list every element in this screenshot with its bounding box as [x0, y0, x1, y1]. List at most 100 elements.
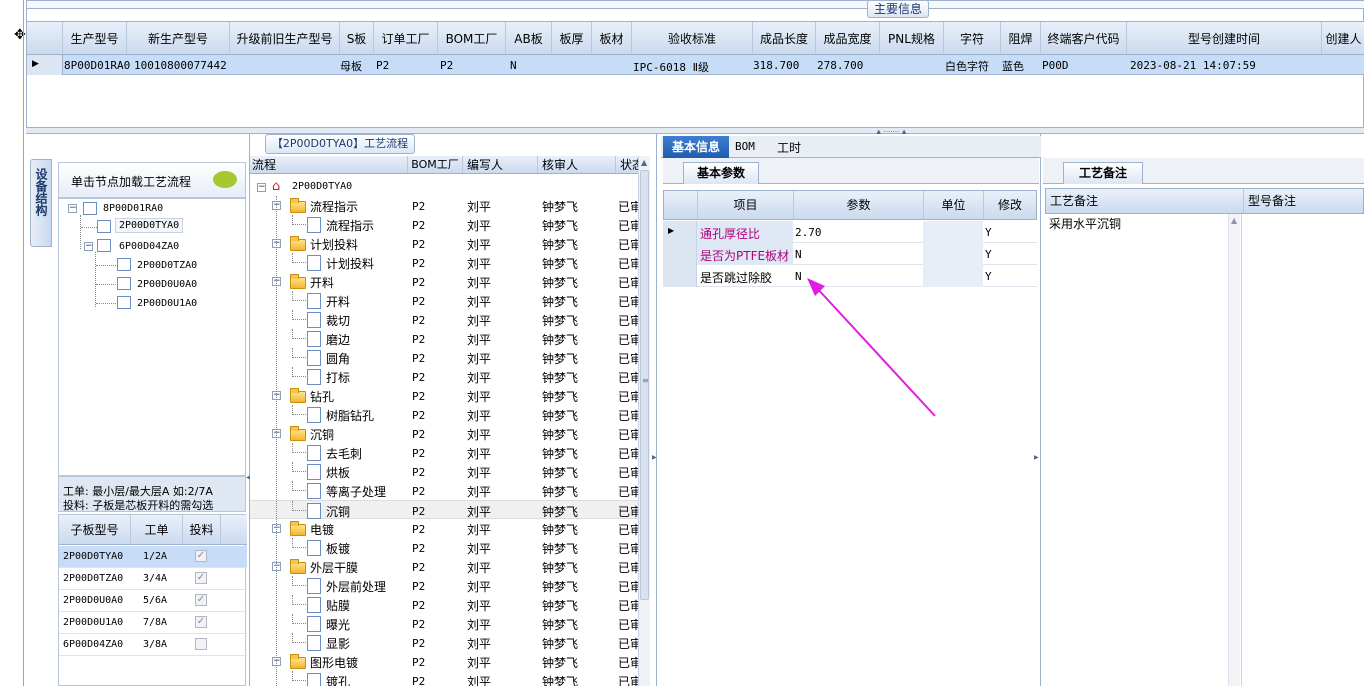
flow-step-row[interactable]: 镀孔 P2 刘平 钟梦飞 已审 — [250, 671, 638, 686]
col-unit[interactable]: 单位 — [924, 191, 984, 219]
col-old-model[interactable]: 升级前旧生产型号 — [230, 22, 340, 54]
sub-feed-checkbox[interactable]: ✓ — [195, 616, 207, 628]
col-prod-model[interactable]: 生产型号 — [63, 22, 127, 54]
param-row[interactable]: 是否为PTFE板材 N Y — [663, 243, 1037, 265]
flow-root-row[interactable]: − ⌂ 2P00D0TYA0 — [250, 178, 638, 196]
tree-node-6P00D04ZA0[interactable]: 6P00D04ZA0 — [119, 241, 179, 252]
flow-step-row[interactable]: 等离子处理 P2 刘平 钟梦飞 已审 — [250, 481, 638, 500]
flow-step-row[interactable]: 烘板 P2 刘平 钟梦飞 已审 — [250, 462, 638, 481]
sub-feed-checkbox[interactable]: ✓ — [195, 550, 207, 562]
tree-node-2P00D0U1A0[interactable]: 2P00D0U1A0 — [137, 298, 197, 309]
col-item[interactable]: 项目 — [698, 191, 794, 219]
flow-step-row[interactable]: 磨边 P2 刘平 钟梦飞 已审 — [250, 329, 638, 348]
sub-table-row[interactable]: 2P00D0TZA0 3/4A ✓ — [59, 568, 247, 590]
tree-node-8P00D01RA0[interactable]: 8P00D01RA0 — [103, 203, 163, 214]
param-unit[interactable] — [923, 221, 983, 243]
col-sub-feed[interactable]: 投料 — [183, 515, 221, 544]
flow-step-row[interactable]: 外层前处理 P2 刘平 钟梦飞 已审 — [250, 576, 638, 595]
tree-node-2P00D0TYA0[interactable]: 2P00D0TYA0 — [115, 218, 184, 233]
flow-group-row[interactable]: − 电镀 P2 刘平 钟梦飞 已审 — [250, 519, 638, 538]
col-new-model[interactable]: 新生产型号 — [127, 22, 230, 54]
col-order-factory[interactable]: 订单工厂 — [374, 22, 438, 54]
load-flow-button[interactable]: 单击节点加载工艺流程 — [58, 162, 246, 198]
sub-table-row[interactable]: 2P00D0TYA0 1/2A ✓ — [59, 546, 247, 568]
col-pnl[interactable]: PNL规格 — [880, 22, 944, 54]
col-customer[interactable]: 终端客户代码 — [1041, 22, 1127, 54]
col-creator[interactable]: 创建人 — [1322, 22, 1364, 54]
flow-step-row[interactable]: 去毛刺 P2 刘平 钟梦飞 已审 — [250, 443, 638, 462]
sub-feed-checkbox[interactable]: ✓ — [195, 594, 207, 606]
scroll-up-icon[interactable]: ▲ — [641, 158, 647, 167]
col-modify[interactable]: 修改 — [984, 191, 1036, 219]
flow-splitter-grip[interactable]: ▶ — [652, 454, 657, 461]
col-standard[interactable]: 验收标准 — [632, 22, 753, 54]
col-thickness[interactable]: 板厚 — [552, 22, 592, 54]
sub-feed-checkbox[interactable] — [195, 638, 207, 650]
flow-group-row[interactable]: − 开料 P2 刘平 钟梦飞 已审 — [250, 272, 638, 291]
col-char[interactable]: 字符 — [944, 22, 1001, 54]
col-material[interactable]: 板材 — [592, 22, 632, 54]
tree-node-2P00D0U0A0[interactable]: 2P00D0U0A0 — [137, 279, 197, 290]
tab-process-remarks[interactable]: 工艺备注 — [1063, 162, 1143, 184]
tab-basic-info[interactable]: 基本信息 — [663, 136, 729, 158]
flow-step-row[interactable]: 计划投料 P2 刘平 钟梦飞 已审 — [250, 253, 638, 272]
flow-group-row[interactable]: − 沉铜 P2 刘平 钟梦飞 已审 — [250, 424, 638, 443]
flow-step-row[interactable]: 裁切 P2 刘平 钟梦飞 已审 — [250, 310, 638, 329]
col-param[interactable]: 参数 — [794, 191, 924, 219]
col-width[interactable]: 成品宽度 — [816, 22, 880, 54]
flow-writer-cell: 刘平 — [467, 561, 492, 575]
flow-step-row[interactable]: 贴膜 P2 刘平 钟梦飞 已审 — [250, 595, 638, 614]
main-grid-row[interactable]: ▶ 8P00D01RA0 10010800077442 母板 P2 P2 N I… — [27, 55, 1364, 75]
flow-step-row[interactable]: 圆角 P2 刘平 钟梦飞 已审 — [250, 348, 638, 367]
info-splitter-grip[interactable]: ▶ — [1034, 454, 1039, 461]
tree-expander[interactable]: − — [84, 242, 93, 251]
flow-step-row[interactable]: 板镀 P2 刘平 钟梦飞 已审 — [250, 538, 638, 557]
tab-hours[interactable]: 工时 — [777, 139, 801, 156]
sub-feed-checkbox[interactable]: ✓ — [195, 572, 207, 584]
flow-step-row[interactable]: 流程指示 P2 刘平 钟梦飞 已审 — [250, 215, 638, 234]
col-sub-order[interactable]: 工单 — [131, 515, 183, 544]
col-flow[interactable]: 流程 — [250, 156, 408, 173]
param-row[interactable]: ▶ 通孔厚径比 2.70 Y — [663, 221, 1037, 243]
flow-group-row[interactable]: − 外层干膜 P2 刘平 钟梦飞 已审 — [250, 557, 638, 576]
tree-expander[interactable]: − — [68, 204, 77, 213]
col-status[interactable]: 状态 — [616, 156, 638, 173]
subtab-basic-params[interactable]: 基本参数 — [683, 162, 759, 184]
tree-node-2P00D0TZA0[interactable]: 2P00D0TZA0 — [137, 260, 197, 271]
col-bom-factory[interactable]: BOM工厂 — [438, 22, 506, 54]
col-writer[interactable]: 编写人 — [463, 156, 538, 173]
sub-table-row[interactable]: 6P00D04ZA0 3/8A — [59, 634, 247, 656]
col-created[interactable]: 型号创建时间 — [1127, 22, 1322, 54]
flow-step-row[interactable]: 树脂钻孔 P2 刘平 钟梦飞 已审 — [250, 405, 638, 424]
col-reviewer[interactable]: 核审人 — [538, 156, 616, 173]
param-unit[interactable] — [923, 243, 983, 265]
tab-bom[interactable]: BOM — [735, 140, 755, 153]
flow-step-row[interactable]: 打标 P2 刘平 钟梦飞 已审 — [250, 367, 638, 386]
scroll-thumb[interactable]: ≡ — [640, 170, 649, 600]
flow-group-row[interactable]: − 流程指示 P2 刘平 钟梦飞 已审 — [250, 196, 638, 215]
col-bom-factory[interactable]: BOM工厂 — [408, 156, 463, 173]
param-value[interactable]: 2.70 — [795, 226, 822, 239]
tree-expander[interactable]: − — [257, 183, 266, 192]
param-value[interactable]: N — [795, 248, 802, 261]
sub-table-row[interactable]: 2P00D0U0A0 5/6A ✓ — [59, 590, 247, 612]
col-sub-model[interactable]: 子板型号 — [59, 515, 131, 544]
process-note-area[interactable]: 采用水平沉铜 ▲ — [1045, 214, 1242, 686]
col-mask[interactable]: 阻焊 — [1001, 22, 1041, 54]
flow-step-row[interactable]: 沉铜 P2 刘平 钟梦飞 已审 — [250, 500, 638, 519]
model-note-area[interactable] — [1243, 214, 1364, 686]
flow-scrollbar[interactable]: ▲ ≡ — [638, 156, 650, 686]
flow-step-row[interactable]: 显影 P2 刘平 钟梦飞 已审 — [250, 633, 638, 652]
scroll-up-icon[interactable]: ▲ — [1231, 216, 1237, 225]
col-s-board[interactable]: S板 — [340, 22, 374, 54]
sub-table-row[interactable]: 2P00D0U1A0 7/8A ✓ — [59, 612, 247, 634]
col-length[interactable]: 成品长度 — [753, 22, 816, 54]
flow-group-row[interactable]: − 钻孔 P2 刘平 钟梦飞 已审 — [250, 386, 638, 405]
flow-group-row[interactable]: − 图形电镀 P2 刘平 钟梦飞 已审 — [250, 652, 638, 671]
col-ab-board[interactable]: AB板 — [506, 22, 552, 54]
side-tab-structure[interactable]: 设备结构 — [30, 159, 52, 247]
flow-group-row[interactable]: − 计划投料 P2 刘平 钟梦飞 已审 — [250, 234, 638, 253]
flow-step-row[interactable]: 曝光 P2 刘平 钟梦飞 已审 — [250, 614, 638, 633]
flow-step-row[interactable]: 开料 P2 刘平 钟梦飞 已审 — [250, 291, 638, 310]
note-scrollbar[interactable]: ▲ — [1228, 214, 1240, 686]
